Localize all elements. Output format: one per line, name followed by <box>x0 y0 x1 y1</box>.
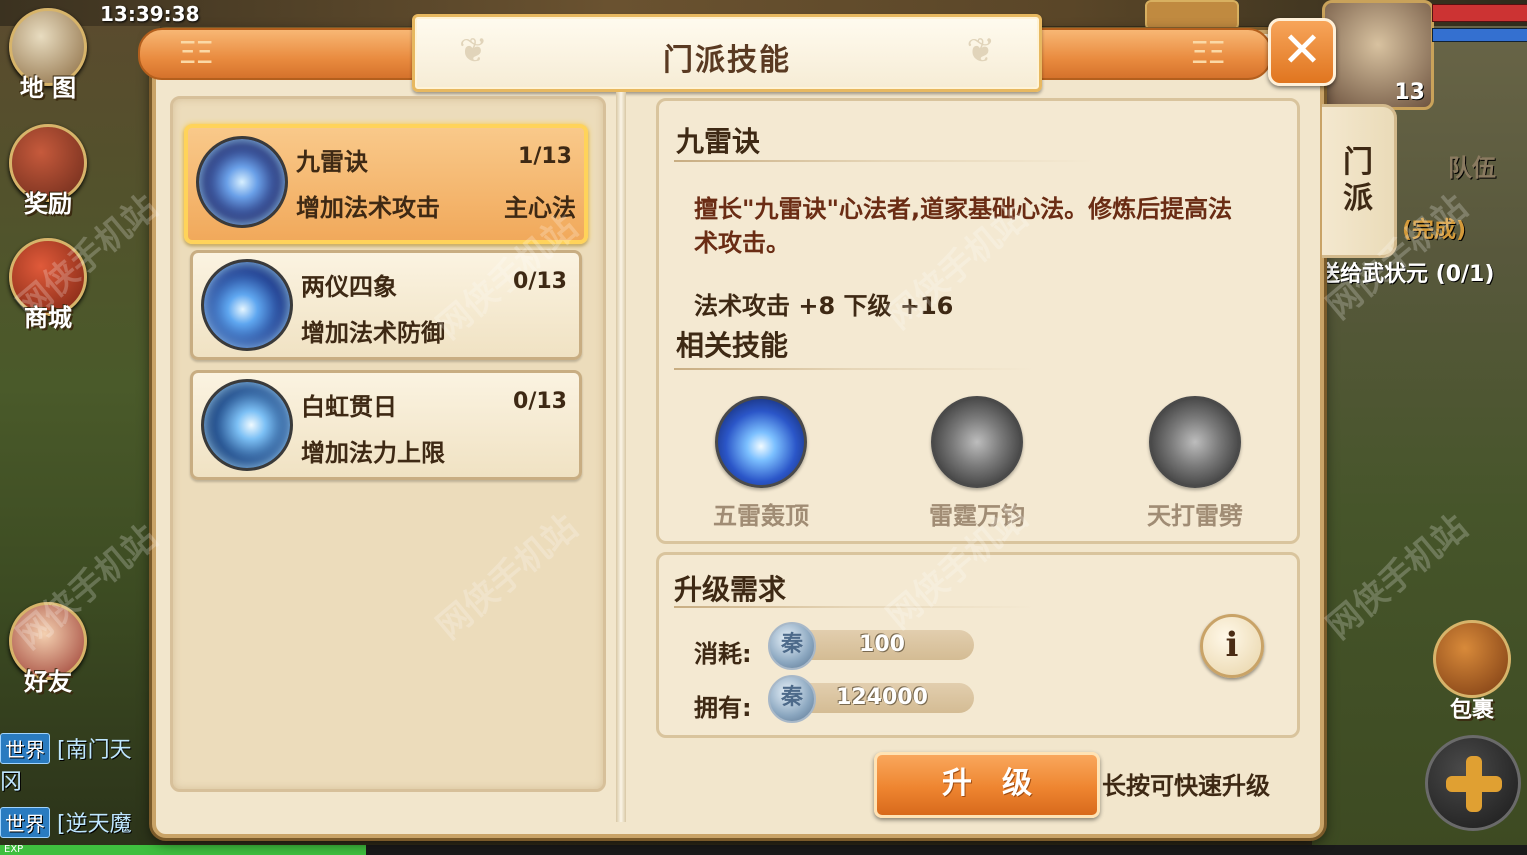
tab-sect-label: 门 派 <box>1322 145 1394 217</box>
skill-name: 九雷诀 <box>296 148 368 176</box>
skill-name: 白虹贯日 <box>301 393 397 421</box>
tab-sect[interactable]: 门 派 <box>1322 104 1397 258</box>
exp-fill <box>0 845 367 855</box>
chat-text: 冈 <box>0 770 23 795</box>
panel-title: 门派技能 <box>663 43 791 78</box>
info-icon[interactable]: i <box>1200 614 1264 678</box>
skill-description: 擅长"九雷诀"心法者,道家基础心法。修炼后提高法术攻击。 <box>694 195 1233 257</box>
mp-bar <box>1432 28 1527 42</box>
shop-label: 商城 <box>24 304 72 332</box>
map-button[interactable]: 地 图 <box>4 8 92 103</box>
coin-icon: 秦 <box>768 675 816 723</box>
quest-text[interactable]: 送给武状元 (0/1) <box>1318 256 1494 288</box>
skill-item-liangyisixiang[interactable]: 两仪四象 0/13 增加法术防御 <box>190 250 582 360</box>
skill-item-jiuleijue[interactable]: 九雷诀 1/13 增加法术攻击 主心法 <box>184 124 588 244</box>
skill-stats: 法术攻击 +8 下级 +16 <box>694 292 954 320</box>
chat-text: [南门天 <box>57 738 132 763</box>
related-skill-tiandaleipi[interactable]: 天打雷劈 <box>1110 396 1280 531</box>
hp-bar <box>1432 4 1527 22</box>
cost-value: 100 <box>859 632 905 657</box>
related-skill-label: 雷霆万钧 <box>929 502 1025 530</box>
reward-button[interactable]: 奖励 <box>4 124 92 219</box>
skill-level: 0/13 <box>513 389 567 414</box>
reward-label: 奖励 <box>24 190 72 218</box>
own-label: 拥有: <box>694 694 752 722</box>
shop-button[interactable]: 商城 <box>4 238 92 333</box>
divider-line <box>674 606 1034 608</box>
locked-skill-icon <box>931 396 1023 488</box>
ally-portrait[interactable] <box>1145 0 1239 30</box>
thunder-skill-icon <box>196 136 288 228</box>
cost-label: 消耗: <box>694 640 752 668</box>
locked-skill-icon <box>1149 396 1241 488</box>
divider-line <box>674 160 1094 162</box>
own-value: 124000 <box>836 685 928 710</box>
plus-icon[interactable] <box>1425 735 1521 831</box>
header-deco-right: ΞΞ <box>1190 36 1226 71</box>
title-plate: ❦ ❦ 门派技能 <box>412 14 1042 92</box>
friends-button[interactable]: 好友 <box>4 602 92 697</box>
chat-line[interactable]: 冈 <box>0 764 22 796</box>
bag-button[interactable]: 包裹 <box>1432 620 1512 724</box>
upgrade-hint: 长按可快速升级 <box>1102 772 1270 800</box>
clock: 13:39:38 <box>100 2 200 26</box>
exp-bar: EXP <box>0 844 1527 855</box>
chat-line[interactable]: 世界 [南门天 <box>0 732 132 764</box>
detail-skill-name: 九雷诀 <box>676 125 761 158</box>
player-portrait[interactable]: 13 <box>1322 0 1434 110</box>
related-skills-title: 相关技能 <box>676 329 789 362</box>
chat-text: [逆天魔 <box>57 812 132 837</box>
exp-label: EXP <box>4 844 24 855</box>
close-icon[interactable]: ✕ <box>1268 18 1336 86</box>
vortex-skill-icon <box>201 379 293 471</box>
coin-icon: 秦 <box>768 622 816 670</box>
quest-status: (完成) <box>1402 218 1467 243</box>
chat-channel-tag: 世界 <box>0 807 50 838</box>
lightning-skill-icon <box>715 396 807 488</box>
own-bar: 124000 <box>790 683 974 713</box>
cost-bar: 100 <box>790 630 974 660</box>
skill-desc: 增加法术防御 <box>301 319 445 347</box>
pane-divider <box>616 92 626 822</box>
header-deco-left: ΞΞ <box>178 36 214 71</box>
upgrade-button[interactable]: 升级 <box>874 752 1100 818</box>
related-skill-label: 五雷轰顶 <box>713 502 809 530</box>
skill-tag: 主心法 <box>504 194 576 222</box>
divider-line <box>674 368 1034 370</box>
bag-icon <box>1433 620 1511 698</box>
skill-item-baihongguanri[interactable]: 白虹贯日 0/13 增加法力上限 <box>190 370 582 480</box>
tab-sect-text: 门 派 <box>1343 145 1373 216</box>
orbit-skill-icon <box>201 259 293 351</box>
map-label: 地 图 <box>19 74 77 102</box>
skill-level: 0/13 <box>513 269 567 294</box>
bag-label: 包裹 <box>1449 698 1494 723</box>
player-level: 13 <box>1394 80 1425 105</box>
skill-name: 两仪四象 <box>301 273 397 301</box>
friends-label: 好友 <box>24 668 72 696</box>
related-skill-leitingwanjun[interactable]: 雷霆万钧 <box>892 396 1062 531</box>
skill-desc: 增加法术攻击 <box>296 194 440 222</box>
related-skill-wuleihongding[interactable]: 五雷轰顶 <box>676 396 846 531</box>
skill-level: 1/13 <box>518 144 572 169</box>
chat-channel-tag: 世界 <box>0 733 50 764</box>
team-tab[interactable]: 队伍 <box>1448 148 1496 183</box>
requirements-title: 升级需求 <box>674 573 787 606</box>
chat-line[interactable]: 世界 [逆天魔 <box>0 806 132 838</box>
skill-desc: 增加法力上限 <box>301 439 445 467</box>
related-skill-label: 天打雷劈 <box>1147 502 1243 530</box>
